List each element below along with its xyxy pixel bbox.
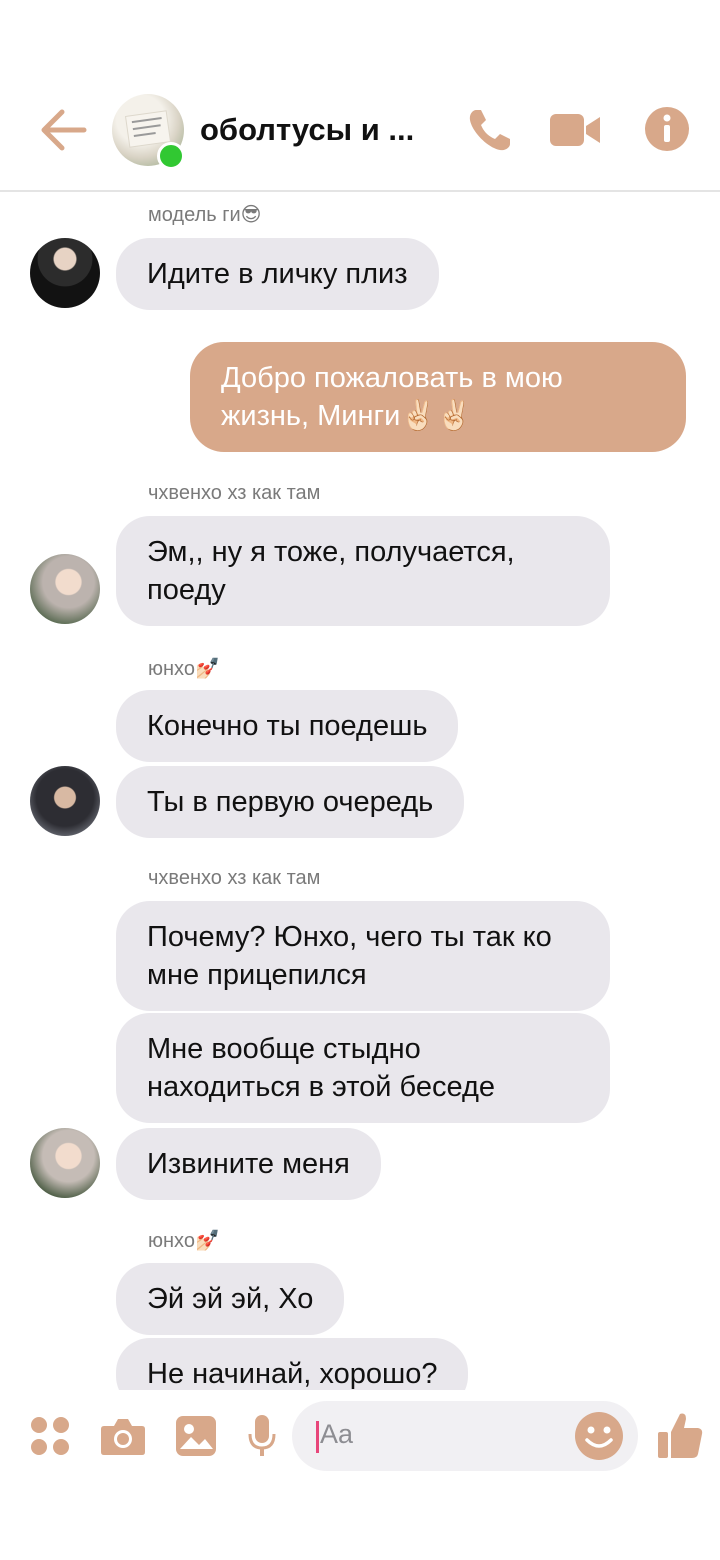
- message-bubble[interactable]: Извините меня: [116, 1128, 381, 1200]
- sender-name: модель ги😎: [148, 204, 262, 226]
- message-bubble[interactable]: Мне вообще стыдно находиться в этой бесе…: [116, 1013, 610, 1123]
- info-icon[interactable]: [644, 106, 690, 157]
- thumbs-up-icon[interactable]: [656, 1410, 704, 1465]
- avatar[interactable]: [30, 554, 100, 624]
- message-bubble[interactable]: Конечно ты поедешь: [116, 690, 459, 762]
- sender-name: юнхо💅🏻: [148, 658, 220, 680]
- video-camera-icon[interactable]: [548, 112, 602, 153]
- avatar[interactable]: [30, 238, 100, 308]
- gallery-icon[interactable]: [175, 1415, 217, 1462]
- note-image: [126, 111, 170, 147]
- message-list[interactable]: модель ги😎 Идите в личку плиз Добро пожа…: [0, 192, 720, 1390]
- message-bubble[interactable]: Почему? Юнхо, чего ты так ко мне прицепи…: [116, 901, 610, 1011]
- chat-title[interactable]: оболтусы и ...: [200, 112, 414, 148]
- camera-icon[interactable]: [100, 1416, 146, 1461]
- back-arrow-icon[interactable]: [38, 108, 88, 152]
- sender-name: чхвенхо хз как там: [148, 867, 321, 889]
- message-bubble[interactable]: Идите в личку плиз: [116, 238, 439, 310]
- message-bubble[interactable]: Не начинай, хорошо?: [116, 1338, 469, 1390]
- message-bubble[interactable]: Эм,, ну я тоже, получается, поеду: [116, 516, 610, 626]
- text-cursor: [316, 1421, 319, 1453]
- emoji-icon[interactable]: [574, 1411, 624, 1466]
- phone-icon[interactable]: [466, 106, 514, 159]
- microphone-icon[interactable]: [247, 1414, 277, 1463]
- message-bubble[interactable]: Ты в первую очередь: [116, 766, 465, 838]
- chat-header: оболтусы и ...: [0, 0, 720, 192]
- message-bubble[interactable]: Эй эй эй, Хо: [116, 1263, 345, 1335]
- online-status-dot: [157, 142, 185, 170]
- composer-bar: Aa: [0, 1390, 720, 1560]
- sender-name: чхвенхо хз как там: [148, 482, 321, 504]
- message-bubble-outgoing[interactable]: Добро пожаловать в мою жизнь, Минги✌🏻✌🏻: [190, 342, 686, 452]
- sender-name: юнхо💅🏻: [148, 1230, 220, 1252]
- message-input-placeholder: Aa: [320, 1419, 354, 1449]
- apps-icon[interactable]: [30, 1416, 70, 1461]
- message-input[interactable]: Aa: [292, 1401, 638, 1471]
- avatar[interactable]: [30, 1128, 100, 1198]
- avatar[interactable]: [30, 766, 100, 836]
